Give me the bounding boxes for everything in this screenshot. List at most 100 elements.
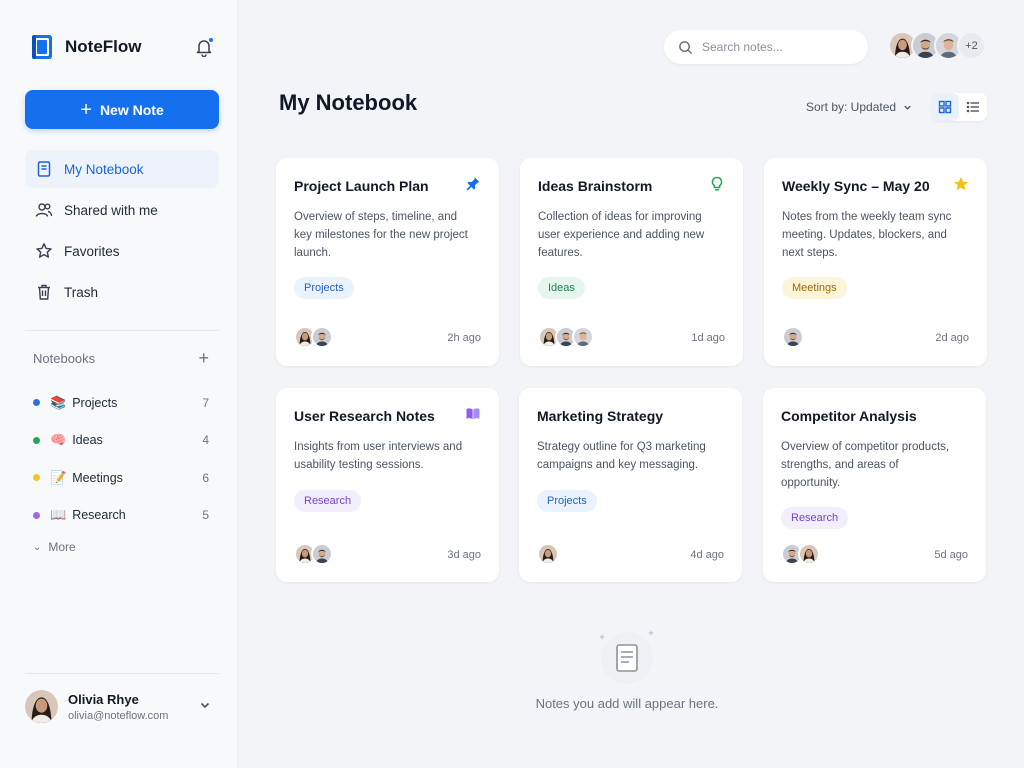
nav-item-trash[interactable]: Trash	[25, 273, 219, 311]
avatar	[25, 690, 58, 723]
chevron-down-icon	[904, 105, 911, 110]
notebook-logo-icon	[32, 35, 52, 59]
sidebar-divider	[25, 673, 219, 674]
sort-dropdown[interactable]: Sort by: Updated	[806, 100, 912, 114]
tag-badge[interactable]: Research	[781, 507, 849, 529]
notebooks-header: Notebooks +	[33, 349, 209, 367]
note-description: Insights from user interviews and usabil…	[294, 441, 463, 471]
notebook-item-ideas[interactable]: 🧠 Ideas 4	[33, 422, 209, 460]
user-profile[interactable]: Olivia Rhye olivia@noteflow.com	[25, 690, 219, 723]
grid-view-button[interactable]	[931, 93, 959, 121]
view-toggle	[931, 93, 987, 121]
plus-icon: +	[80, 98, 92, 121]
collaborators	[782, 326, 804, 348]
empty-state-text: Notes you add will appear here.	[535, 696, 719, 711]
note-card[interactable]: Weekly Sync – May 20 Notes from the week…	[764, 158, 987, 366]
tag-badge[interactable]: Research	[294, 490, 362, 512]
lightbulb-icon[interactable]	[709, 176, 725, 192]
nav-label: Shared with me	[64, 202, 158, 218]
notebook-item-projects[interactable]: 📚 Projects 7	[33, 384, 209, 422]
notebook-item-meetings[interactable]: 📝 Meetings 6	[33, 459, 209, 497]
tag-badge[interactable]: Projects	[537, 490, 597, 512]
tag-badge[interactable]: Ideas	[538, 277, 585, 299]
nav-label: Trash	[64, 284, 99, 300]
avatar	[311, 326, 333, 348]
user-name: Olivia Rhye	[68, 691, 139, 707]
note-card[interactable]: Ideas Brainstorm Collection of ideas for…	[520, 158, 743, 366]
add-notebook-button[interactable]: +	[198, 349, 209, 367]
note-description: Overview of steps, timeline, and key mil…	[294, 211, 468, 259]
notebook-item-research[interactable]: 📖 Research 5	[33, 497, 209, 535]
more-button[interactable]: ⌄ More	[33, 540, 76, 554]
note-card[interactable]: Competitor Analysis Overview of competit…	[763, 388, 986, 582]
note-description: Strategy outline for Q3 marketing campai…	[537, 441, 706, 471]
new-note-button[interactable]: + New Note	[25, 90, 219, 129]
more-members-badge[interactable]: +2	[957, 31, 986, 60]
updated-time: 4d ago	[690, 549, 724, 561]
new-note-label: New Note	[99, 101, 164, 118]
chevron-down-icon[interactable]	[199, 699, 211, 714]
updated-time: 3d ago	[447, 549, 481, 561]
books-icon: 📚	[50, 394, 67, 410]
user-info: Olivia Rhye olivia@noteflow.com	[68, 692, 199, 722]
tag-badge[interactable]: Meetings	[782, 277, 847, 299]
collaborators	[294, 543, 333, 565]
updated-time: 2h ago	[447, 332, 481, 344]
note-card[interactable]: Project Launch Plan Overview of steps, t…	[276, 158, 499, 366]
brand[interactable]: NoteFlow	[30, 34, 142, 60]
updated-time: 2d ago	[935, 332, 969, 344]
notebook-count: 5	[202, 508, 209, 523]
trash-icon	[38, 284, 50, 300]
sidebar: NoteFlow + New Note My Notebook Shared w…	[0, 0, 238, 768]
empty-notes-icon	[600, 630, 654, 684]
list-view-button[interactable]	[959, 93, 987, 121]
note-card[interactable]: Marketing Strategy Strategy outline for …	[519, 388, 742, 582]
page-title: My Notebook	[279, 90, 418, 115]
notebook-name: Projects	[72, 395, 118, 410]
updated-time: 1d ago	[691, 332, 725, 344]
sort-label: Sort by: Updated	[806, 100, 897, 114]
notebook-name: Ideas	[72, 433, 103, 448]
notebook-icon	[37, 161, 51, 177]
more-label: More	[48, 540, 76, 554]
team-avatars[interactable]: +2	[888, 31, 986, 60]
notebook-list: 📚 Projects 7 🧠 Ideas 4 📝 Meetings 6 📖 Re…	[33, 384, 209, 534]
star-icon[interactable]	[953, 176, 969, 192]
nav-item-favorites[interactable]: Favorites	[25, 232, 219, 270]
star-icon	[36, 243, 52, 258]
avatar	[798, 543, 820, 565]
collaborators	[537, 543, 559, 565]
app-name: NoteFlow	[65, 37, 142, 56]
grid-icon	[938, 100, 952, 114]
note-title: User Research Notes	[294, 408, 435, 424]
note-card[interactable]: User Research Notes Insights from user i…	[276, 388, 499, 582]
updated-time: 5d ago	[934, 549, 968, 561]
search-icon	[679, 40, 693, 54]
nav-item-my-notebook[interactable]: My Notebook	[25, 150, 219, 188]
nav-label: My Notebook	[64, 161, 144, 177]
pin-icon[interactable]	[465, 176, 481, 192]
search-input[interactable]	[702, 40, 852, 54]
note-description: Collection of ideas for improving user e…	[538, 211, 705, 259]
note-title: Weekly Sync – May 20	[782, 178, 930, 194]
notifications-button[interactable]	[194, 37, 214, 58]
collaborators	[538, 326, 594, 348]
search-bar[interactable]	[664, 30, 868, 64]
color-dot	[33, 399, 40, 407]
collaborators	[781, 543, 820, 565]
tag-badge[interactable]: Projects	[294, 277, 354, 299]
note-title: Project Launch Plan	[294, 178, 429, 194]
notebook-count: 7	[202, 395, 209, 410]
book-icon[interactable]	[465, 406, 481, 422]
list-icon	[966, 101, 979, 113]
notification-dot	[208, 37, 214, 43]
memo-icon: 📝	[50, 469, 67, 485]
users-icon	[35, 203, 53, 217]
note-title: Marketing Strategy	[537, 408, 664, 424]
nav-item-shared[interactable]: Shared with me	[25, 191, 219, 229]
main-nav: My Notebook Shared with me Favorites Tra…	[25, 150, 219, 314]
note-description: Overview of competitor products, strengt…	[781, 441, 950, 489]
open-book-icon: 📖	[50, 507, 67, 523]
note-title: Ideas Brainstorm	[538, 178, 653, 194]
avatar	[311, 543, 333, 565]
